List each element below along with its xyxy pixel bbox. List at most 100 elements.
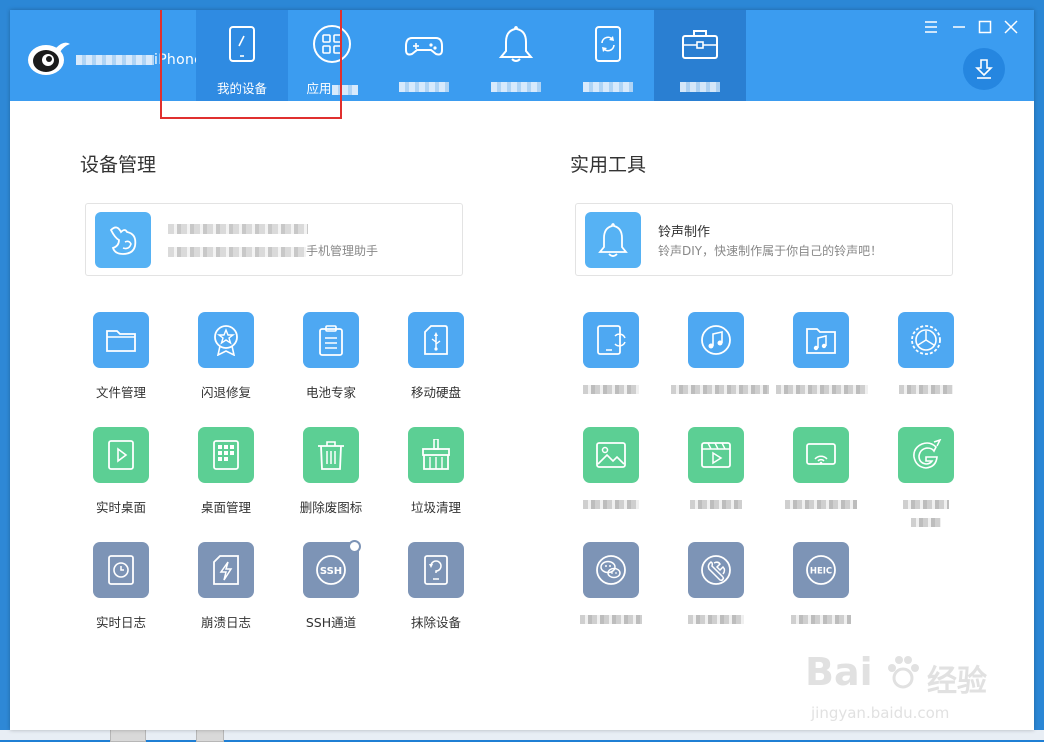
maximize-icon[interactable] xyxy=(976,18,994,36)
tab-ringtones[interactable] xyxy=(470,10,562,101)
tool-icon-tile xyxy=(408,542,464,598)
tool-ssh-channel[interactable]: SSH SSH通道 xyxy=(286,540,376,642)
tool-label: 实时桌面 xyxy=(95,500,146,515)
tool-music-disc[interactable] xyxy=(671,312,769,412)
tool-icon-tile xyxy=(793,312,849,368)
tool-icon-tile xyxy=(303,427,359,483)
tool-airplay[interactable] xyxy=(776,427,866,527)
tool-swirl-g[interactable] xyxy=(881,427,971,527)
menu-icon[interactable] xyxy=(922,18,940,36)
close-icon[interactable] xyxy=(1002,18,1020,36)
tool-crash-log[interactable]: 崩溃日志 xyxy=(181,542,271,642)
blurred-text xyxy=(690,500,742,509)
tab-label-redacted xyxy=(399,81,449,92)
tool-video[interactable] xyxy=(671,427,761,527)
card-title xyxy=(168,221,308,236)
device-selector[interactable]: iPhone▼ xyxy=(76,52,215,68)
tool-crash-fix[interactable]: 闪退修复 xyxy=(181,312,271,412)
tool-label: 删除废图标 xyxy=(299,500,363,515)
video-clapper-icon xyxy=(701,442,731,468)
tool-gear-wheel[interactable] xyxy=(881,312,971,412)
trash-icon xyxy=(318,441,344,470)
image-icon xyxy=(596,442,626,468)
tab-label-redacted xyxy=(331,84,358,95)
tool-label: 实时日志 xyxy=(95,615,146,630)
tool-icon-tile xyxy=(408,312,464,368)
blurred-text xyxy=(688,615,744,624)
tablet-icon xyxy=(229,26,255,62)
feature-card[interactable]: 手机管理助手 xyxy=(85,203,463,276)
bolt-doc-icon xyxy=(213,555,239,585)
baidu-watermark: Bai 经验 jingyan.baidu.com xyxy=(805,650,1005,725)
watermark-brand-cn: 经验 xyxy=(927,664,987,699)
desktop-background-top xyxy=(0,0,1044,10)
tool-image[interactable] xyxy=(566,427,656,527)
card-desc-text: 手机管理助手 xyxy=(306,244,379,258)
tool-mobile-disk[interactable]: 移动硬盘 xyxy=(391,312,481,412)
gamepad-icon xyxy=(405,37,443,56)
tool-file-management[interactable]: 文件管理 xyxy=(76,312,166,412)
tab-apps[interactable]: 应用 xyxy=(286,10,378,101)
tab-toolbox[interactable] xyxy=(654,10,746,101)
apps-grid-icon xyxy=(313,25,351,63)
tool-heic[interactable]: HEIC xyxy=(776,542,866,642)
tool-label-redacted xyxy=(566,612,656,627)
tool-tablet-refresh[interactable] xyxy=(566,312,656,412)
tab-label xyxy=(378,78,470,93)
toolbox-icon xyxy=(682,30,718,59)
heic-icon-text: HEIC xyxy=(810,567,832,577)
download-button[interactable] xyxy=(963,48,1005,90)
wechat-icon xyxy=(596,555,626,585)
tab-label-redacted xyxy=(583,81,633,92)
tab-label: 应用 xyxy=(286,78,378,97)
tool-label: 电池专家 xyxy=(305,385,356,400)
tab-games[interactable] xyxy=(378,10,470,101)
tool-label-redacted xyxy=(776,612,866,627)
heic-icon: HEIC xyxy=(806,555,836,585)
card-description: 手机管理助手 xyxy=(168,242,378,259)
airplay-icon xyxy=(806,443,836,465)
tool-wrench[interactable] xyxy=(671,542,761,642)
tool-icon-tile xyxy=(93,427,149,483)
tab-my-device[interactable]: 我的设备 xyxy=(196,10,288,101)
tab-label xyxy=(654,78,746,93)
card-desc-redacted xyxy=(168,246,306,257)
tool-icon-tile xyxy=(198,542,254,598)
watermark-url: jingyan.baidu.com xyxy=(811,704,950,722)
tool-icon-tile xyxy=(688,542,744,598)
tool-label-redacted xyxy=(881,382,971,397)
tool-delete-icons[interactable]: 删除废图标 xyxy=(286,427,376,527)
gear-wheel-icon xyxy=(911,325,941,355)
tool-erase-device[interactable]: 抹除设备 xyxy=(391,542,481,642)
tool-live-log[interactable]: 实时日志 xyxy=(76,542,166,642)
tool-music-folder[interactable] xyxy=(776,312,868,412)
clock-doc-icon xyxy=(108,555,134,585)
tool-desktop-management[interactable]: 桌面管理 xyxy=(181,427,271,527)
card-title-redacted xyxy=(168,223,308,234)
title-bar: iPhone▼ 我的设备 应用 xyxy=(10,10,1034,101)
ringtone-maker-card[interactable]: 铃声制作 铃声DIY，快速制作属于你自己的铃声吧！ xyxy=(575,203,953,276)
badge-star-icon xyxy=(214,325,238,356)
tool-live-desktop[interactable]: 实时桌面 xyxy=(76,427,166,527)
tab-flash[interactable] xyxy=(562,10,654,101)
tool-label-redacted xyxy=(566,382,656,397)
play-screen-icon xyxy=(108,440,134,470)
tool-label-redacted xyxy=(671,497,761,512)
tool-label: SSH通道 xyxy=(305,615,357,630)
tool-junk-cleanup[interactable]: 垃圾清理 xyxy=(391,427,481,527)
tool-battery-expert[interactable]: 电池专家 xyxy=(286,312,376,412)
minimize-icon[interactable] xyxy=(950,18,968,36)
card-title: 铃声制作 xyxy=(658,225,711,240)
tab-label-redacted xyxy=(680,81,720,92)
blurred-text xyxy=(899,385,953,394)
watermark-brand: Bai xyxy=(805,650,873,694)
tool-wechat[interactable] xyxy=(566,542,656,642)
erase-phone-icon xyxy=(424,555,448,585)
tool-label: 抹除设备 xyxy=(410,615,461,630)
usb-card-icon xyxy=(424,325,448,355)
tool-icon-tile xyxy=(93,312,149,368)
tool-label-redacted xyxy=(776,382,868,397)
tab-label xyxy=(562,78,654,93)
tool-label-redacted xyxy=(671,382,769,397)
tool-label-redacted xyxy=(671,612,761,627)
